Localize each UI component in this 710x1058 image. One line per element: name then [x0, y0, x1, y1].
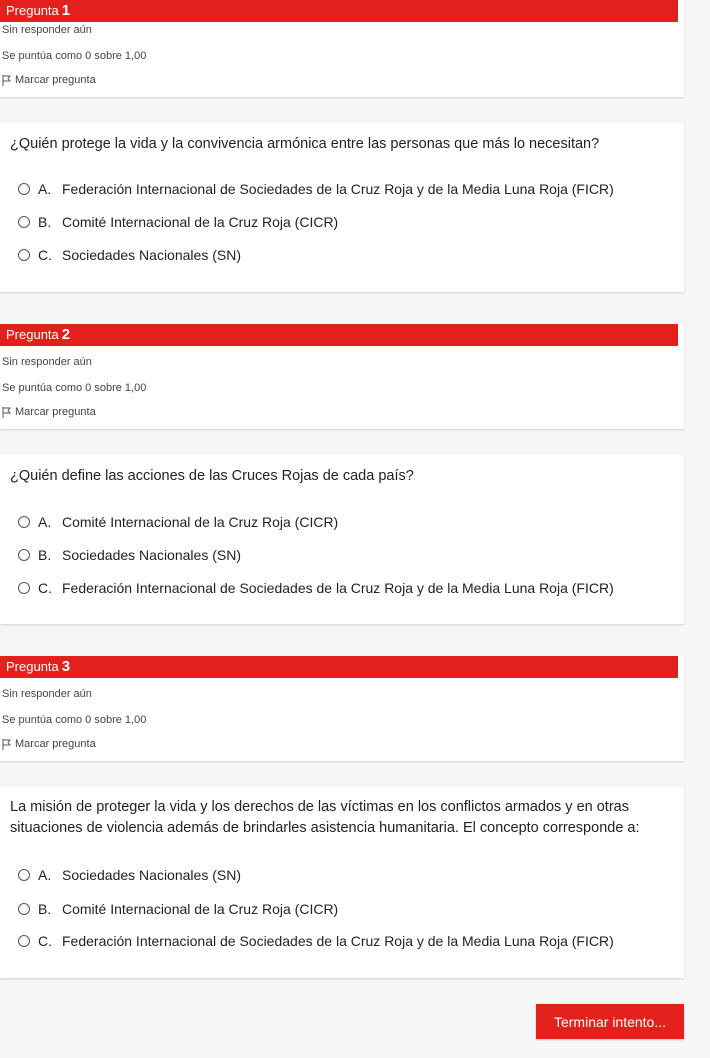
question-number: 1	[61, 2, 71, 19]
answer-option[interactable]: C. Federación Internacional de Sociedade…	[18, 933, 614, 949]
question-number: 2	[61, 326, 71, 343]
radio-button[interactable]	[18, 249, 30, 261]
question-text: ¿Quién protege la vida y la convivencia …	[10, 136, 600, 152]
radio-button[interactable]	[18, 903, 30, 915]
option-text: Sociedades Nacionales (SN)	[62, 247, 241, 263]
flag-question-label: Marcar pregunta	[15, 406, 96, 418]
flag-icon	[2, 74, 11, 86]
flag-icon	[2, 406, 11, 418]
question-2-header: Pregunta 2	[0, 324, 678, 346]
flag-question-link[interactable]: Marcar pregunta	[2, 74, 96, 86]
radio-button[interactable]	[18, 183, 30, 195]
finish-attempt-button[interactable]: Terminar intento...	[536, 1004, 684, 1039]
radio-button[interactable]	[18, 516, 30, 528]
option-text: Comité Internacional de la Cruz Roja (CI…	[62, 514, 339, 530]
radio-button[interactable]	[18, 582, 30, 594]
question-score: Se puntúa como 0 sobre 1,00	[2, 50, 147, 62]
question-status: Sin responder aún	[2, 688, 92, 700]
answer-option[interactable]: C. Federación Internacional de Sociedade…	[18, 580, 614, 596]
question-text: La misión de proteger la vida y los dere…	[10, 799, 640, 836]
question-1-header: Pregunta 1	[0, 0, 678, 22]
option-text: Sociedades Nacionales (SN)	[62, 867, 241, 883]
option-text: Federación Internacional de Sociedades d…	[62, 580, 614, 596]
question-status: Sin responder aún	[2, 24, 92, 36]
answer-option[interactable]: B. Comité Internacional de la Cruz Roja …	[18, 901, 338, 917]
question-1-info: Pregunta 1 Sin responder aún Se puntúa co…	[0, 0, 684, 97]
flag-question-label: Marcar pregunta	[15, 74, 96, 86]
option-text: Federación Internacional de Sociedades d…	[62, 181, 614, 197]
answer-option[interactable]: B. Comité Internacional de la Cruz Roja …	[18, 214, 338, 230]
question-label: Pregunta	[6, 327, 59, 342]
question-label: Pregunta	[6, 3, 59, 18]
answer-option[interactable]: A. Comité Internacional de la Cruz Roja …	[18, 514, 338, 530]
question-score: Se puntúa como 0 sobre 1,00	[2, 382, 147, 394]
question-2-info: Pregunta 2 Sin responder aún Se puntúa co…	[0, 324, 684, 429]
radio-button[interactable]	[18, 216, 30, 228]
question-score: Se puntúa como 0 sobre 1,00	[2, 714, 147, 726]
question-2-content: ¿Quién define las acciones de las Cruces…	[0, 455, 684, 624]
question-status: Sin responder aún	[2, 356, 92, 368]
question-3-info: Pregunta 3 Sin responder aún Se puntúa co…	[0, 656, 684, 761]
answer-option[interactable]: C. Sociedades Nacionales (SN)	[18, 247, 241, 263]
option-text: Federación Internacional de Sociedades d…	[62, 933, 614, 949]
answer-option[interactable]: A. Federación Internacional de Sociedade…	[18, 181, 614, 197]
answer-option[interactable]: A. Sociedades Nacionales (SN)	[18, 867, 241, 883]
option-text: Sociedades Nacionales (SN)	[62, 547, 241, 563]
question-1-content: ¿Quién protege la vida y la convivencia …	[0, 123, 684, 292]
flag-question-label: Marcar pregunta	[15, 738, 96, 750]
question-3-header: Pregunta 3	[0, 656, 678, 678]
question-text: ¿Quién define las acciones de las Cruces…	[10, 468, 414, 484]
radio-button[interactable]	[18, 549, 30, 561]
radio-button[interactable]	[18, 935, 30, 947]
option-text: Comité Internacional de la Cruz Roja (CI…	[62, 214, 339, 230]
option-text: Comité Internacional de la Cruz Roja (CI…	[62, 901, 339, 917]
flag-question-link[interactable]: Marcar pregunta	[2, 738, 96, 750]
radio-button[interactable]	[18, 869, 30, 881]
answer-option[interactable]: B. Sociedades Nacionales (SN)	[18, 547, 241, 563]
flag-icon	[2, 738, 11, 750]
question-3-content: La misión de proteger la vida y los dere…	[0, 787, 684, 978]
question-number: 3	[61, 658, 71, 675]
question-label: Pregunta	[6, 659, 59, 674]
flag-question-link[interactable]: Marcar pregunta	[2, 406, 96, 418]
